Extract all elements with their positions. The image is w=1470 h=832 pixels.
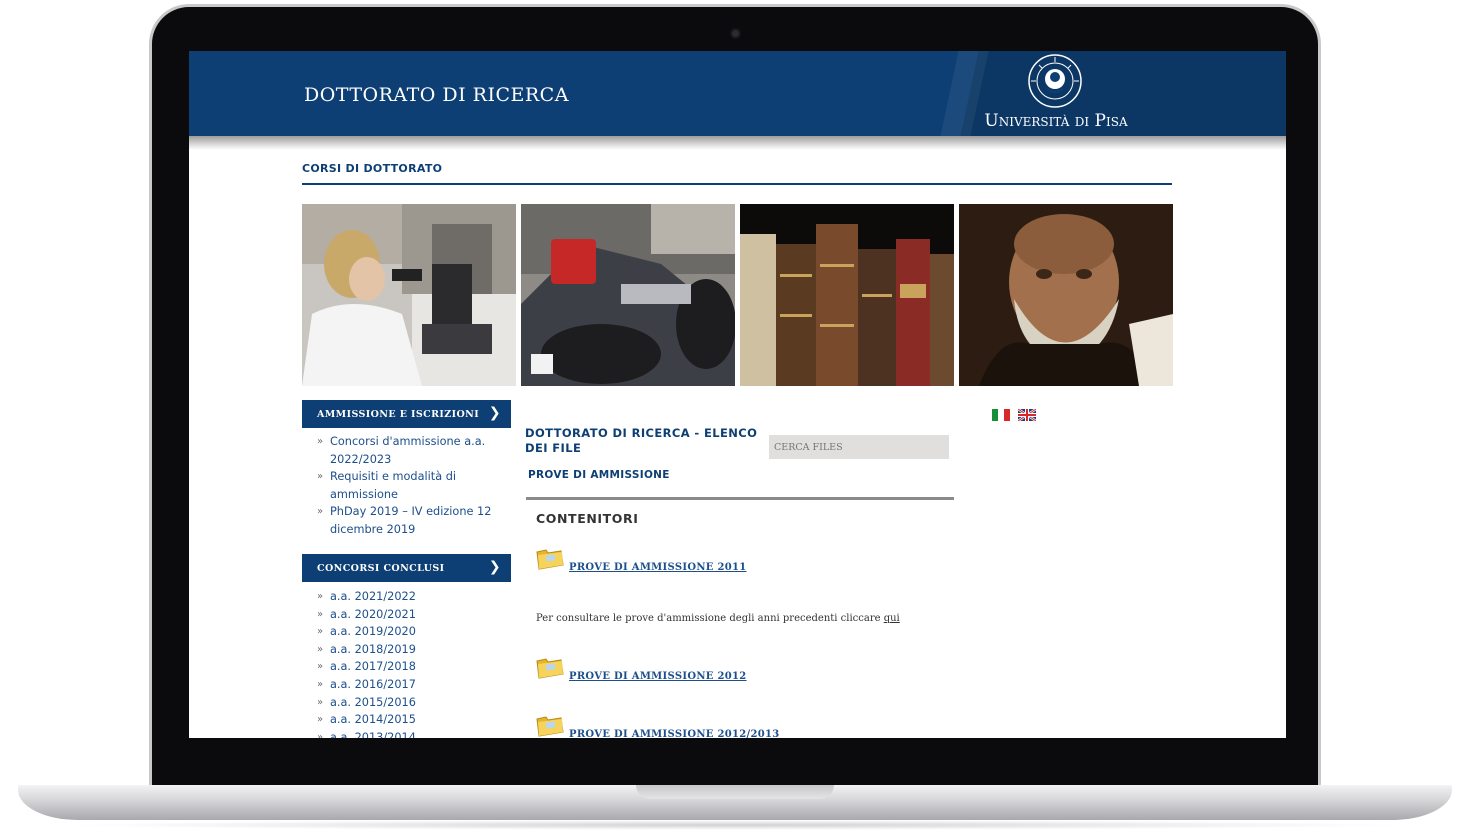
admission-header-label: Ammissione e iscrizioni bbox=[317, 409, 480, 420]
sidebar-item-year[interactable]: a.a. 2013/2014 bbox=[302, 729, 511, 738]
chevron-right-icon: ❯ bbox=[488, 559, 501, 575]
closed-header[interactable]: Concorsi conclusi ❯ bbox=[302, 554, 511, 582]
old-books-photo bbox=[740, 204, 954, 386]
note-body: Per consultare le prove d'ammissione deg… bbox=[536, 613, 884, 624]
admission-header[interactable]: Ammissione e iscrizioni ❯ bbox=[302, 400, 511, 428]
folder-link[interactable]: PROVE DI AMMISSIONE 2012/2013 bbox=[569, 729, 780, 738]
main-heading: DOTTORATO DI RICERCA - ELENCO DEI FILE bbox=[525, 426, 758, 455]
chevron-right-icon: ❯ bbox=[488, 405, 501, 421]
sidebar-item-phday[interactable]: PhDay 2019 – IV edizione 12 dicembre 201… bbox=[302, 503, 511, 538]
search-input[interactable] bbox=[769, 435, 949, 459]
note-text: Per consultare le prove d'ammissione deg… bbox=[536, 613, 900, 624]
site-title[interactable]: DOTTORATO DI RICERCA bbox=[304, 84, 569, 106]
admission-list: Concorsi d'ammissione a.a. 2022/2023 Req… bbox=[302, 433, 511, 539]
folder-link[interactable]: PROVE DI AMMISSIONE 2012 bbox=[569, 671, 747, 682]
closed-header-label: Concorsi conclusi bbox=[317, 563, 445, 574]
researcher-microscope-photo bbox=[302, 204, 516, 386]
folder-icon bbox=[536, 658, 564, 679]
header-shadow bbox=[189, 136, 1286, 150]
camera-icon bbox=[730, 28, 741, 39]
folder-icon bbox=[536, 549, 564, 570]
divider bbox=[526, 497, 954, 500]
sidebar-item-year[interactable]: a.a. 2019/2020 bbox=[302, 623, 511, 641]
sidebar-item-year[interactable]: a.a. 2015/2016 bbox=[302, 694, 511, 712]
divider bbox=[302, 183, 1172, 185]
containers-heading: CONTENITORI bbox=[536, 511, 639, 526]
page-title[interactable]: CORSI DI DOTTORATO bbox=[302, 162, 442, 175]
university-seal-icon[interactable] bbox=[1027, 53, 1083, 109]
sidebar-item-year[interactable]: a.a. 2017/2018 bbox=[302, 658, 511, 676]
note-link[interactable]: qui bbox=[884, 613, 900, 624]
university-name[interactable]: Università di Pisa bbox=[972, 111, 1140, 131]
sidebar-item-concorsi-2022[interactable]: Concorsi d'ammissione a.a. 2022/2023 bbox=[302, 433, 511, 468]
site-header: DOTTORATO DI RICERCA Università di Pisa bbox=[189, 51, 1286, 136]
folder-icon bbox=[536, 716, 564, 737]
galileo-portrait-photo bbox=[959, 204, 1173, 386]
sidebar-item-year[interactable]: a.a. 2016/2017 bbox=[302, 676, 511, 694]
closed-list: a.a. 2021/2022 a.a. 2020/2021 a.a. 2019/… bbox=[302, 588, 511, 738]
sidebar-item-requisiti[interactable]: Requisiti e modalità di ammissione bbox=[302, 468, 511, 503]
laptop-shadow bbox=[60, 820, 1410, 830]
sidebar-item-year[interactable]: a.a. 2018/2019 bbox=[302, 641, 511, 659]
italian-flag-icon[interactable] bbox=[992, 409, 1010, 421]
uk-flag-icon[interactable] bbox=[1018, 409, 1036, 421]
laptop-screen: DOTTORATO DI RICERCA Università di Pisa … bbox=[189, 51, 1286, 738]
sidebar-item-year[interactable]: a.a. 2014/2015 bbox=[302, 711, 511, 729]
folder-link[interactable]: PROVE DI AMMISSIONE 2011 bbox=[569, 562, 747, 573]
race-car-photo bbox=[521, 204, 735, 386]
subheading[interactable]: PROVE DI AMMISSIONE bbox=[528, 469, 670, 481]
sidebar-item-year[interactable]: a.a. 2021/2022 bbox=[302, 588, 511, 606]
sidebar-item-year[interactable]: a.a. 2020/2021 bbox=[302, 606, 511, 624]
laptop-notch bbox=[636, 785, 834, 799]
